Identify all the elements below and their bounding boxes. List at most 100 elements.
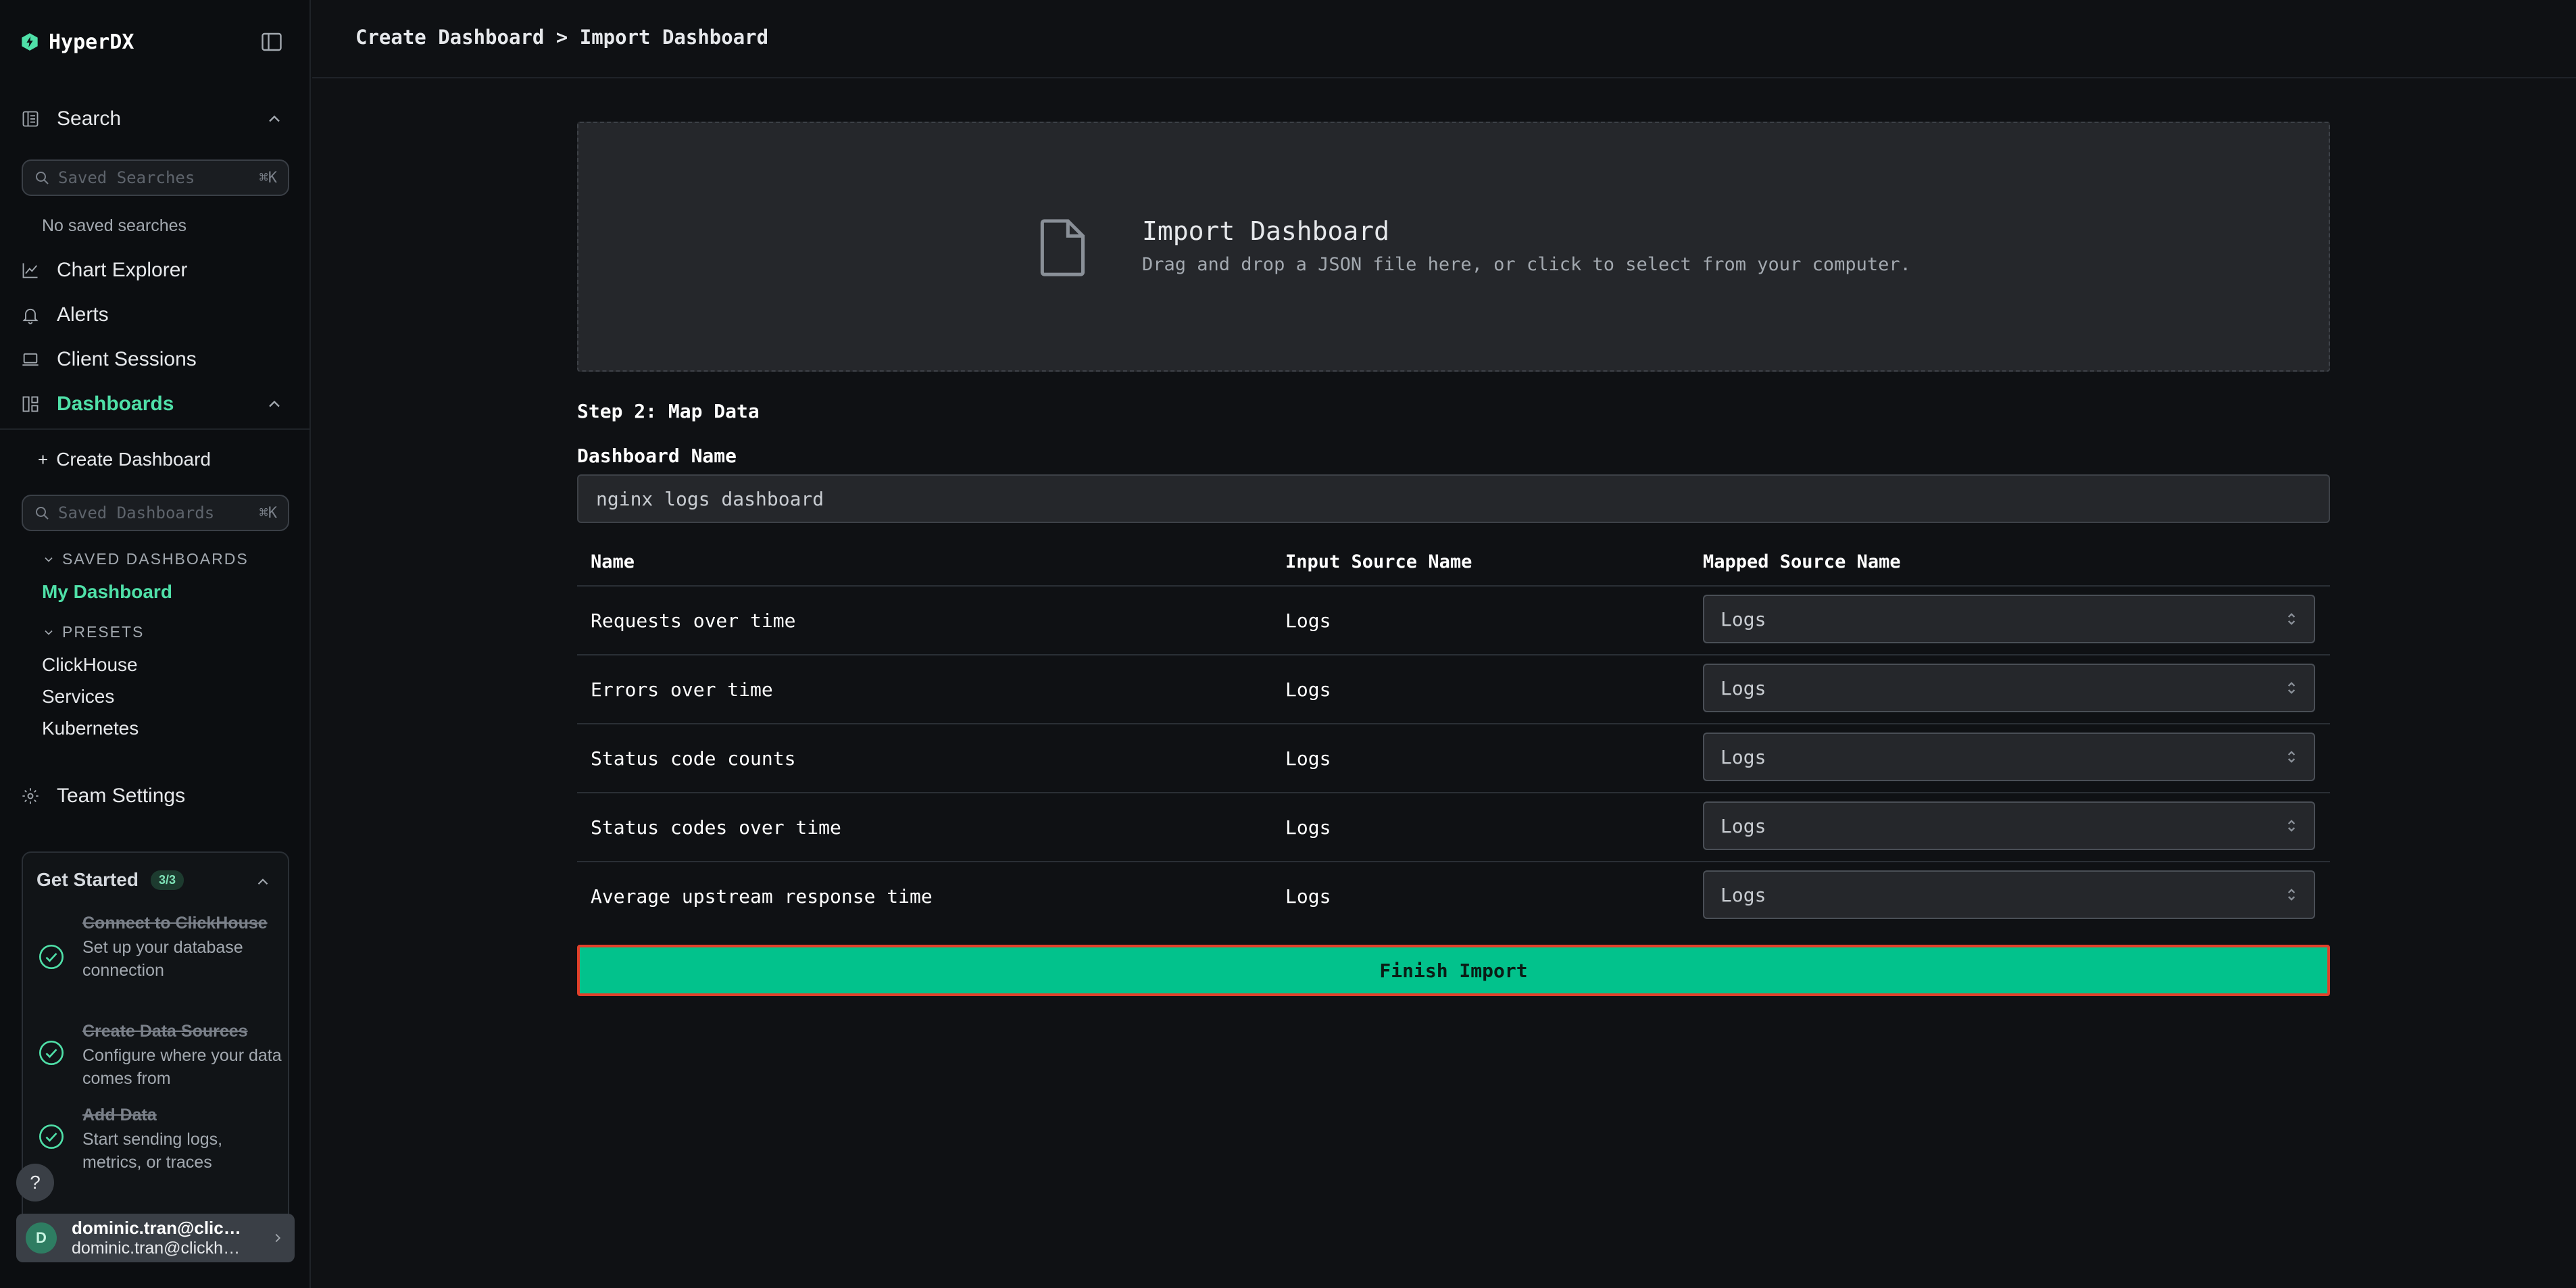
breadcrumb: Create Dashboard > Import Dashboard — [355, 26, 769, 49]
mapped-source-select[interactable]: Logs — [1703, 870, 2315, 919]
saved-dashboards-header[interactable]: SAVED DASHBOARDS — [42, 550, 249, 568]
step-title: Connect to ClickHouse — [82, 914, 268, 933]
user-email: dominic.tran@clickhouse.com — [72, 1239, 249, 1258]
step-title: Create Data Sources — [82, 1022, 248, 1041]
get-started-step[interactable]: Add Data Start sending logs, metrics, or… — [38, 1103, 281, 1177]
avatar: D — [26, 1222, 57, 1254]
mapped-source-select[interactable]: Logs — [1703, 733, 2315, 781]
sidebar-item-label: Client Sessions — [57, 348, 197, 370]
file-icon — [1040, 219, 1085, 276]
row-input-source: Logs — [1285, 678, 1331, 701]
table-row: Requests over time Logs Logs — [577, 587, 2330, 655]
chevron-down-icon — [45, 557, 53, 562]
list-icon — [20, 109, 41, 129]
sidebar-item-client-sessions[interactable]: Client Sessions — [20, 341, 291, 378]
selected-value: Logs — [1720, 814, 1766, 837]
check-circle-icon — [39, 945, 64, 969]
sidebar-item-team-settings[interactable]: Team Settings — [20, 777, 291, 815]
get-started-header[interactable]: Get Started 3/3 — [36, 869, 184, 891]
chevron-up-icon[interactable] — [254, 873, 272, 891]
mapped-source-select[interactable]: Logs — [1703, 801, 2315, 850]
table-header: Name Input Source Name Mapped Source Nam… — [577, 546, 2330, 587]
bell-icon — [20, 305, 41, 325]
selector-icon — [2287, 682, 2296, 694]
row-input-source: Logs — [1285, 885, 1331, 908]
saved-searches-input[interactable]: Saved Searches ⌘K — [22, 159, 289, 196]
user-name: dominic.tran@clickhouse.com — [72, 1218, 249, 1238]
sidebar: HyperDX Search Saved Searches ⌘K No save… — [0, 0, 311, 1288]
presets-header[interactable]: PRESETS — [42, 623, 144, 641]
get-started-panel: Get Started 3/3 Connect to ClickHouse Se… — [22, 851, 289, 1230]
chevron-up-icon[interactable] — [265, 395, 284, 414]
sidebar-collapse-icon[interactable] — [259, 30, 284, 54]
progress-badge: 3/3 — [150, 870, 184, 890]
selected-value: Logs — [1720, 608, 1766, 630]
sidebar-item-label: Dashboards — [57, 393, 174, 415]
step-title: Add Data — [82, 1106, 157, 1124]
row-name: Status code counts — [591, 747, 796, 770]
row-name: Requests over time — [591, 610, 796, 632]
saved-dashboards-input[interactable]: Saved Dashboards ⌘K — [22, 495, 289, 531]
shortcut-hint: ⌘K — [259, 504, 278, 522]
step-description: Set up your database connection — [82, 938, 243, 980]
column-header-name: Name — [591, 551, 635, 572]
table-row: Status codes over time Logs Logs — [577, 793, 2330, 862]
shortcut-hint: ⌘K — [259, 169, 278, 187]
get-started-step[interactable]: Create Data Sources Configure where your… — [38, 1019, 282, 1093]
table-row: Status code counts Logs Logs — [577, 724, 2330, 793]
row-input-source: Logs — [1285, 610, 1331, 632]
get-started-step[interactable]: Connect to ClickHouse Set up your databa… — [38, 911, 281, 1006]
hyperdx-logo-icon — [22, 33, 38, 51]
selector-icon — [2287, 889, 2296, 901]
search-icon — [36, 507, 49, 520]
selector-icon — [2287, 820, 2296, 832]
sidebar-item-dashboards[interactable]: Dashboards — [20, 385, 291, 423]
top-bar: Create Dashboard > Import Dashboard — [312, 0, 2576, 78]
column-header-input-source: Input Source Name — [1285, 551, 1472, 572]
create-dashboard-label: Create Dashboard — [56, 449, 211, 470]
dashboard-name-input[interactable] — [577, 474, 2330, 523]
chevron-down-icon — [45, 630, 53, 635]
saved-dashboard-my-dashboard[interactable]: My Dashboard — [42, 581, 172, 603]
sidebar-item-label: Alerts — [57, 303, 109, 326]
brand[interactable]: HyperDX — [20, 27, 134, 57]
file-dropzone[interactable]: Import Dashboard Drag and drop a JSON fi… — [577, 122, 2330, 372]
presets-header-label: PRESETS — [62, 623, 145, 641]
laptop-icon — [20, 349, 41, 370]
no-saved-searches-text: No saved searches — [42, 216, 187, 235]
gear-icon — [20, 786, 41, 806]
create-dashboard-link[interactable]: + Create Dashboard — [38, 449, 211, 470]
row-name: Average upstream response time — [591, 885, 933, 908]
saved-searches-placeholder: Saved Searches — [58, 168, 195, 187]
selected-value: Logs — [1720, 883, 1766, 906]
table-row: Errors over time Logs Logs — [577, 655, 2330, 724]
preset-clickhouse[interactable]: ClickHouse — [42, 654, 138, 676]
help-button[interactable]: ? — [16, 1164, 54, 1202]
preset-services[interactable]: Services — [42, 686, 114, 708]
finish-import-button[interactable]: Finish Import — [577, 945, 2330, 996]
dropzone-description: Drag and drop a JSON file here, or click… — [1142, 254, 1911, 275]
sidebar-item-search[interactable]: Search — [20, 100, 291, 138]
sidebar-item-label: Search — [57, 107, 122, 130]
dashboard-icon — [20, 394, 41, 414]
mapped-source-select[interactable]: Logs — [1703, 664, 2315, 712]
sidebar-item-alerts[interactable]: Alerts — [20, 296, 291, 334]
preset-kubernetes[interactable]: Kubernetes — [42, 718, 139, 739]
table-row: Average upstream response time Logs Logs — [577, 862, 2330, 931]
selected-value: Logs — [1720, 745, 1766, 768]
step-description: Configure where your data comes from — [82, 1046, 282, 1088]
sidebar-item-label: Chart Explorer — [57, 259, 188, 281]
chevron-right-icon — [275, 1233, 281, 1243]
sidebar-item-chart-explorer[interactable]: Chart Explorer — [20, 251, 291, 289]
row-input-source: Logs — [1285, 816, 1331, 839]
check-circle-icon — [39, 1124, 64, 1149]
brand-name: HyperDX — [49, 30, 134, 54]
row-name: Errors over time — [591, 678, 773, 701]
search-icon — [36, 172, 49, 184]
check-circle-icon — [39, 1041, 64, 1065]
mapped-source-select[interactable]: Logs — [1703, 595, 2315, 643]
get-started-title: Get Started — [36, 869, 139, 890]
chevron-up-icon[interactable] — [265, 109, 284, 128]
row-name: Status codes over time — [591, 816, 841, 839]
user-menu[interactable]: D dominic.tran@clickhouse.com dominic.tr… — [16, 1214, 295, 1262]
